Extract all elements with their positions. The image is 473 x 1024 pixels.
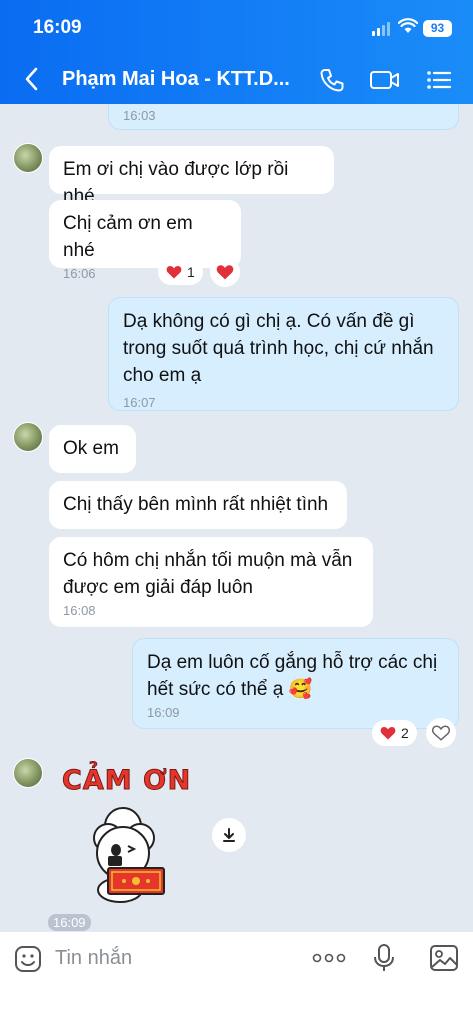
message-bubble-incoming[interactable]: Có hôm chị nhắn tối muộn mà vẫn được em … bbox=[49, 537, 373, 627]
sticker-icon[interactable] bbox=[14, 945, 42, 973]
more-icon[interactable] bbox=[312, 951, 346, 965]
image-icon[interactable] bbox=[429, 944, 459, 972]
message-time: 16:09 bbox=[147, 705, 180, 720]
contact-avatar[interactable] bbox=[13, 758, 43, 788]
message-text: Dạ em luôn cố gắng hỗ trợ các chị hết sứ… bbox=[147, 652, 438, 700]
reaction-summary[interactable]: 1 bbox=[158, 259, 203, 285]
heart-icon bbox=[166, 266, 182, 279]
message-bubble-incoming[interactable]: Ok em bbox=[49, 425, 136, 473]
phone-icon[interactable] bbox=[318, 66, 346, 94]
reaction-count: 2 bbox=[401, 725, 409, 741]
contact-avatar[interactable] bbox=[13, 422, 43, 452]
message-input-bar: Tin nhắn bbox=[0, 932, 473, 1024]
message-bubble-incoming[interactable]: Chị thấy bên mình rất nhiệt tình bbox=[49, 481, 347, 529]
signal-icon bbox=[372, 22, 390, 36]
message-text: Dạ không có gì chị ạ. Có vấn đề gì trong… bbox=[123, 311, 434, 386]
download-button[interactable] bbox=[212, 818, 246, 852]
message-bubble-incoming[interactable]: Chị cảm ơn em nhé 16:06 bbox=[49, 200, 241, 281]
sticker-caption: CẢM ƠN bbox=[61, 765, 192, 797]
mic-icon[interactable] bbox=[372, 943, 396, 973]
message-time: 16:09 bbox=[48, 914, 91, 931]
sticker-image[interactable] bbox=[78, 798, 188, 908]
battery-indicator: 93 bbox=[423, 20, 452, 37]
message-bubble-outgoing[interactable]: Dạ không có gì chị ạ. Có vấn đề gì trong… bbox=[108, 297, 459, 411]
download-icon bbox=[223, 828, 235, 842]
menu-icon[interactable] bbox=[425, 66, 453, 94]
message-text: Chị cảm ơn em nhé bbox=[63, 213, 193, 261]
wifi-icon bbox=[398, 18, 418, 33]
status-time: 16:09 bbox=[33, 17, 82, 38]
message-text: Ok em bbox=[63, 438, 119, 459]
message-text: Chị thấy bên mình rất nhiệt tình bbox=[63, 494, 329, 515]
message-bubble-outgoing[interactable]: Dạ em luôn cố gắng hỗ trợ các chị hết sứ… bbox=[132, 638, 459, 729]
message-text: Có hôm chị nhắn tối muộn mà vẫn được em … bbox=[63, 550, 353, 598]
conversation-title[interactable]: Phạm Mai Hoa - KTT.D... bbox=[62, 68, 297, 91]
reaction-summary[interactable]: 2 bbox=[372, 720, 417, 746]
message-time: 16:07 bbox=[123, 395, 156, 410]
chat-header: 16:09 93 Phạm Mai Hoa - KTT.D... bbox=[0, 0, 473, 104]
react-button[interactable] bbox=[426, 718, 456, 748]
message-time: 16:03 bbox=[123, 108, 156, 123]
message-bubble-incoming[interactable]: Em ơi chị vào được lớp rồi nhé bbox=[49, 146, 334, 207]
heart-icon bbox=[216, 265, 234, 280]
message-input[interactable]: Tin nhắn bbox=[55, 947, 132, 970]
message-time: 16:08 bbox=[63, 603, 96, 618]
video-icon[interactable] bbox=[369, 66, 401, 94]
heart-outline-icon bbox=[432, 725, 450, 741]
contact-avatar[interactable] bbox=[13, 143, 43, 173]
back-icon[interactable] bbox=[22, 66, 42, 92]
reaction-count: 1 bbox=[187, 264, 195, 280]
react-button[interactable] bbox=[210, 257, 240, 287]
heart-icon bbox=[380, 727, 396, 740]
